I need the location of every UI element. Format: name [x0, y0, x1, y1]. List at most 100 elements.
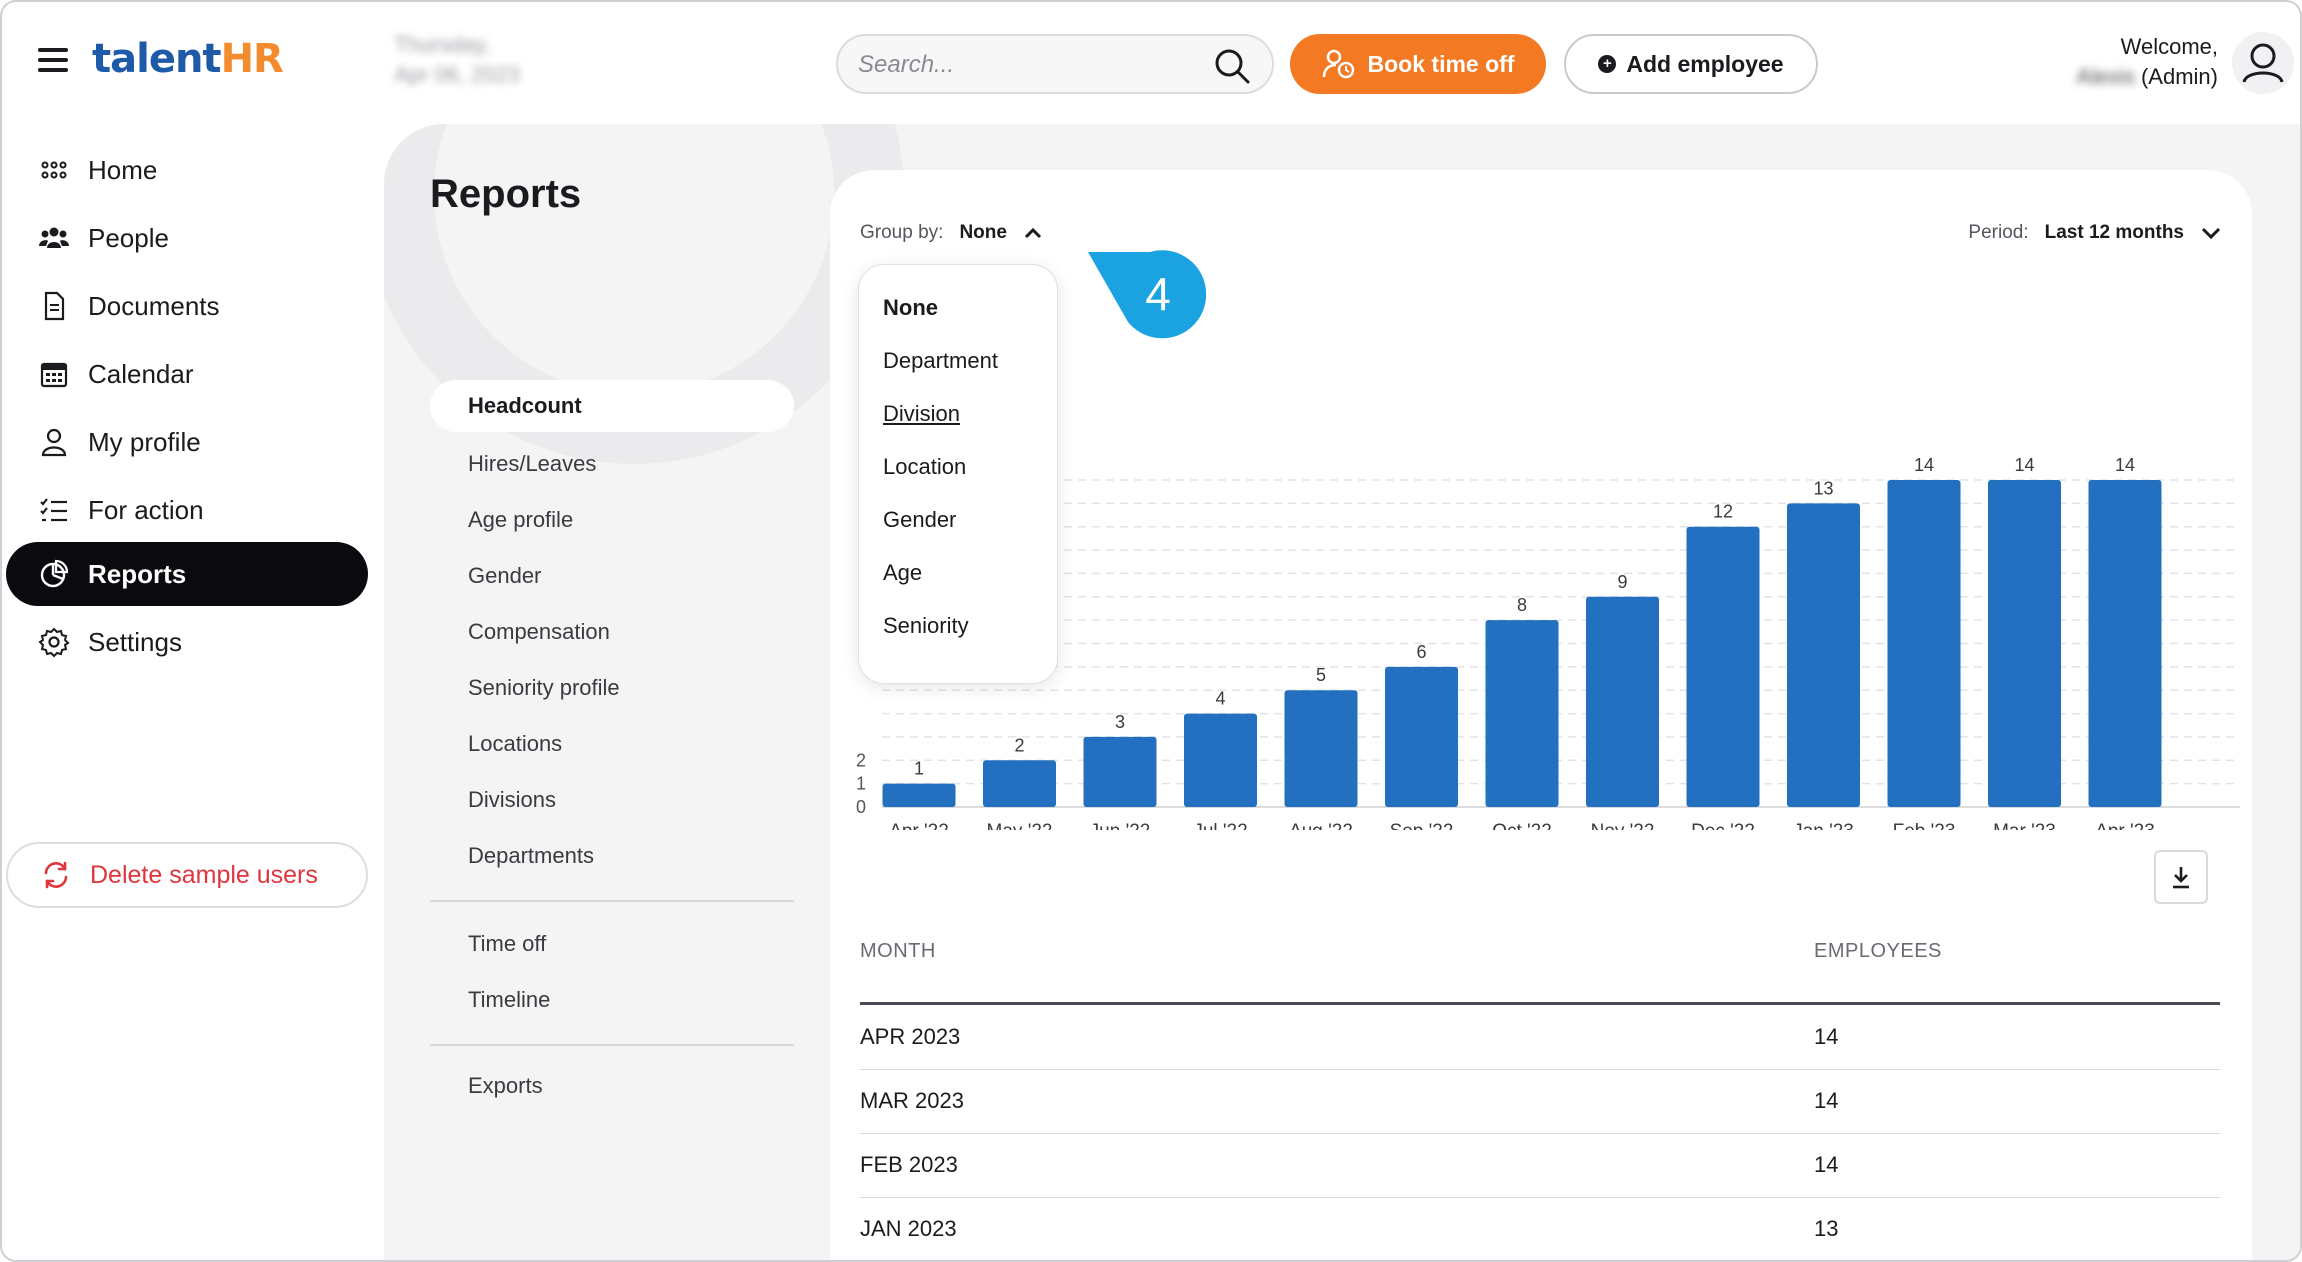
chart-x-tick-label: Sep '22: [1390, 821, 1454, 830]
subnav-item-headcount[interactable]: Headcount: [430, 380, 794, 432]
chevron-down-icon: [2201, 227, 2221, 240]
chart-data-label: 6: [1416, 642, 1426, 662]
chart-data-label: 14: [1914, 455, 1934, 475]
step-callout: 4: [1088, 250, 1206, 339]
chart-data-label: 14: [2014, 455, 2034, 475]
chart-x-tick-label: Nov '22: [1591, 821, 1655, 830]
subnav-item-gender[interactable]: Gender: [430, 550, 794, 602]
chart-bar: [1083, 736, 1157, 807]
sidebar-item-calendar[interactable]: Calendar: [6, 342, 368, 406]
subnav-item-exports[interactable]: Exports: [430, 1060, 794, 1112]
chart-bar: [2088, 480, 2162, 807]
grid-icon: [41, 161, 67, 179]
chart-x-tick-label: Apr '23: [2095, 821, 2155, 830]
sidebar-item-my-profile[interactable]: My profile: [6, 410, 368, 474]
table-cell-employees: 13: [1814, 1216, 1839, 1241]
table-row: MAR 2023 14: [860, 1070, 2220, 1134]
dropdown-option-division[interactable]: Division: [883, 401, 960, 427]
sidebar-item-label: Reports: [88, 558, 187, 589]
download-button[interactable]: [2154, 850, 2208, 904]
sidebar-item-label: Home: [88, 154, 158, 185]
table-cell-month: FEB 2023: [860, 1152, 958, 1177]
add-employee-button[interactable]: + Add employee: [1564, 34, 1818, 94]
date-day: Apr 06, 2023: [394, 62, 520, 87]
checklist-icon: [40, 498, 67, 522]
table-cell-month: APR 2023: [860, 1024, 961, 1049]
chart-bar: [1485, 620, 1559, 807]
subnav-item-seniority-profile[interactable]: Seniority profile: [430, 662, 794, 714]
gear-icon: [38, 627, 70, 658]
table-cell-month: MAR 2023: [860, 1088, 964, 1113]
sidebar-item-for-action[interactable]: For action: [6, 478, 368, 542]
current-date: Thursday, Apr 06, 2023: [394, 30, 520, 90]
avatar[interactable]: [2232, 32, 2294, 94]
subnav-item-compensation[interactable]: Compensation: [430, 606, 794, 658]
chart-x-tick-label: May '22: [987, 821, 1053, 830]
chart-bar: [1586, 596, 1659, 807]
chart-bar: [1988, 480, 2061, 807]
dropdown-option-none[interactable]: None: [883, 295, 938, 321]
subnav-item-timeline[interactable]: Timeline: [430, 974, 794, 1026]
menu-icon[interactable]: [38, 48, 68, 72]
table-header-employees: EMPLOYEES: [1814, 940, 1942, 962]
subnav-divider: [430, 1044, 794, 1046]
sidebar-item-settings[interactable]: Settings: [6, 610, 368, 674]
period-selector[interactable]: Period: Last 12 months: [1968, 222, 2222, 244]
report-card: Group by: None Period: Last 12 months 0 1…: [830, 170, 2252, 1260]
people-icon: [39, 227, 69, 248]
user-icon: [41, 428, 67, 457]
chart-y-tick-label: 2: [856, 750, 866, 770]
dropdown-option-seniority[interactable]: Seniority: [883, 613, 969, 639]
subnav-item-time-off[interactable]: Time off: [430, 918, 794, 970]
dropdown-option-department[interactable]: Department: [883, 348, 998, 374]
table-header-divider: [860, 1002, 2220, 1005]
period-value: Last 12 months: [2044, 222, 2184, 243]
delete-sample-users-label: Delete sample users: [90, 860, 318, 889]
delete-sample-users-button[interactable]: Delete sample users: [6, 842, 368, 908]
chart-y-tick-label: 0: [856, 797, 866, 817]
subnav-item-divisions[interactable]: Divisions: [430, 774, 794, 826]
table-cell-employees: 14: [1814, 1152, 1839, 1177]
group-by-label: Group by:: [860, 222, 944, 243]
sidebar-item-home[interactable]: Home: [6, 138, 368, 202]
user-role: (Admin): [2140, 64, 2218, 89]
refresh-icon: [44, 861, 68, 889]
dropdown-option-age[interactable]: Age: [883, 560, 922, 586]
table-row: FEB 2023 14: [860, 1134, 2220, 1198]
chart-data-label: 14: [2115, 455, 2135, 475]
sidebar-item-documents[interactable]: Documents: [6, 274, 368, 338]
welcome-label: Welcome,: [2120, 34, 2218, 59]
sidebar-item-label: My profile: [88, 426, 201, 457]
search-box: [836, 34, 1274, 94]
chart-bar: [1787, 503, 1860, 807]
sidebar-item-label: People: [88, 222, 169, 253]
dropdown-option-location[interactable]: Location: [883, 454, 966, 480]
sidebar-item-label: Calendar: [88, 358, 194, 389]
subnav-item-locations[interactable]: Locations: [430, 718, 794, 770]
download-icon: [2173, 867, 2189, 889]
logo[interactable]: talentHR: [92, 36, 284, 82]
group-by-dropdown: None Department Division Location Gender…: [858, 264, 1058, 684]
dropdown-option-gender[interactable]: Gender: [883, 507, 956, 533]
table-row: JAN 2023 13: [860, 1198, 2220, 1260]
sidebar-item-label: For action: [88, 494, 204, 525]
user-name: Alexis: [2076, 64, 2135, 89]
chart-x-tick-label: Mar '23: [1993, 821, 2056, 830]
group-by-selector[interactable]: Group by: None: [860, 222, 1043, 244]
sidebar-item-people[interactable]: People: [6, 206, 368, 270]
welcome-text: Welcome, Alexis (Admin): [2076, 32, 2218, 92]
content-panel: Reports Headcount Hires/Leaves Age profi…: [384, 124, 2300, 1260]
table-cell-employees: 14: [1814, 1088, 1839, 1113]
chart-data-label: 1: [914, 759, 924, 779]
date-weekday: Thursday,: [394, 32, 491, 57]
subnav-item-departments[interactable]: Departments: [430, 830, 794, 882]
chart-data-label: 8: [1517, 595, 1527, 615]
subnav-item-hires-leaves[interactable]: Hires/Leaves: [430, 438, 794, 490]
book-time-off-button[interactable]: Book time off: [1290, 34, 1546, 94]
subnav-item-age-profile[interactable]: Age profile: [430, 494, 794, 546]
sidebar-item-reports[interactable]: Reports: [6, 542, 368, 606]
search-input[interactable]: [858, 48, 1198, 82]
search-icon[interactable]: [1212, 46, 1252, 86]
pie-chart-icon: [40, 559, 69, 588]
chart-bar: [1284, 690, 1358, 807]
